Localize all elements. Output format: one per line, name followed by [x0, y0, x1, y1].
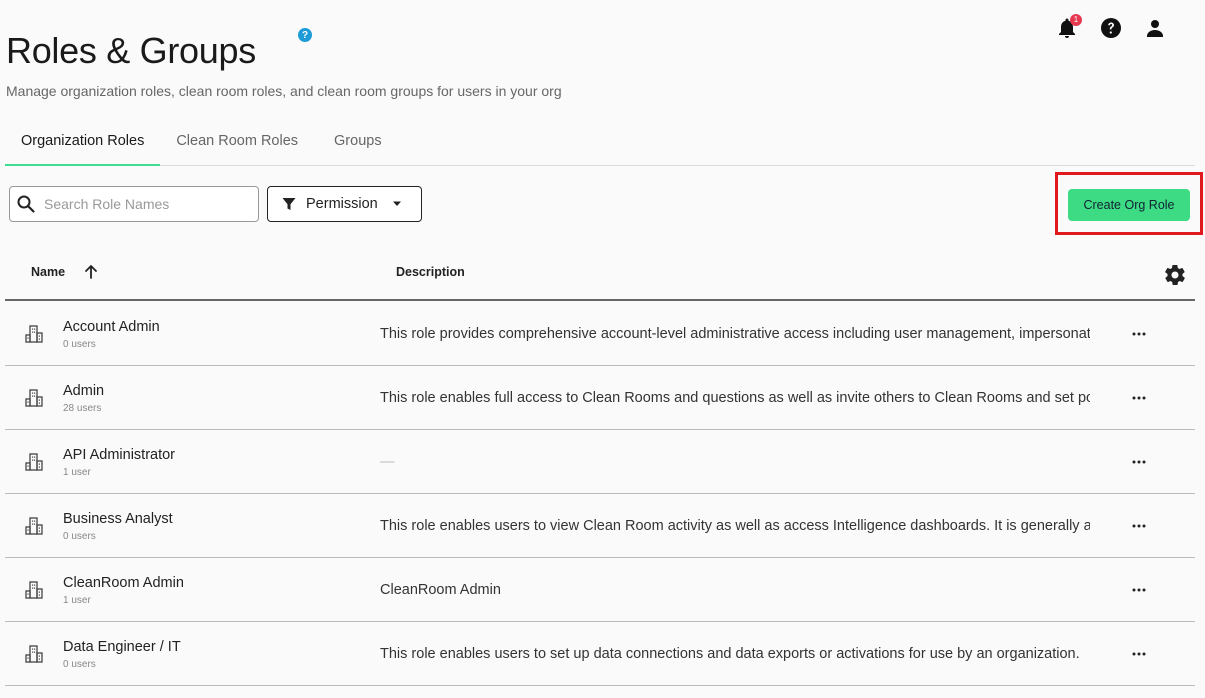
tab-clean-room-roles[interactable]: Clean Room Roles [160, 120, 318, 166]
permission-filter-button[interactable]: Permission [267, 186, 422, 222]
building-icon [25, 581, 43, 599]
role-description: This role enables users to view Clean Ro… [380, 518, 1090, 534]
tab-organization-roles[interactable]: Organization Roles [5, 120, 161, 166]
help-icon[interactable] [1099, 16, 1123, 40]
column-header-name[interactable]: Name [31, 265, 65, 279]
role-description: This role provides comprehensive account… [380, 326, 1090, 342]
more-icon[interactable] [1129, 388, 1149, 408]
table-row[interactable]: API Administrator 1 user — [5, 430, 1195, 494]
role-user-count: 28 users [63, 403, 102, 414]
role-description: — [380, 454, 395, 470]
tab-groups[interactable]: Groups [318, 120, 398, 166]
table-row[interactable]: Data Engineer / IT 0 users This role ena… [5, 622, 1195, 686]
role-name[interactable]: CleanRoom Admin [63, 575, 184, 591]
caret-down-icon [392, 201, 401, 206]
building-icon [25, 517, 43, 535]
page-subtitle: Manage organization roles, clean room ro… [6, 83, 562, 99]
role-name[interactable]: Business Analyst [63, 511, 173, 527]
building-icon [25, 389, 43, 407]
more-icon[interactable] [1129, 516, 1149, 536]
role-description: This role enables full access to Clean R… [380, 390, 1090, 406]
more-icon[interactable] [1129, 644, 1149, 664]
create-org-role-button[interactable]: Create Org Role [1068, 189, 1190, 221]
role-user-count: 0 users [63, 659, 96, 670]
more-icon[interactable] [1129, 452, 1149, 472]
roles-table-body: Account Admin 0 users This role provides… [5, 302, 1195, 686]
role-description: This role enables users to set up data c… [380, 646, 1080, 662]
more-icon[interactable] [1129, 580, 1149, 600]
search-icon [17, 195, 35, 213]
table-row[interactable]: Account Admin 0 users This role provides… [5, 302, 1195, 366]
more-icon[interactable] [1129, 324, 1149, 344]
role-user-count: 0 users [63, 339, 96, 350]
permission-filter-label: Permission [306, 196, 378, 212]
search-box [9, 186, 259, 222]
column-header-description: Description [396, 265, 465, 279]
table-header: Name Description [5, 250, 1195, 301]
role-name[interactable]: Account Admin [63, 319, 160, 335]
building-icon [25, 453, 43, 471]
gear-icon[interactable] [1163, 263, 1187, 287]
role-description: CleanRoom Admin [380, 582, 501, 598]
table-row[interactable]: Admin 28 users This role enables full ac… [5, 366, 1195, 430]
tab-bar: Organization Roles Clean Room Roles Grou… [5, 120, 1195, 166]
bell-icon[interactable]: 1 [1055, 14, 1082, 40]
page-title: Roles & Groups [6, 30, 256, 71]
table-row[interactable]: CleanRoom Admin 1 user CleanRoom Admin [5, 558, 1195, 622]
notification-badge: 1 [1070, 14, 1082, 26]
search-input[interactable] [44, 196, 244, 212]
role-name[interactable]: Admin [63, 383, 104, 399]
topbar-icons: 1 [1055, 14, 1167, 40]
role-user-count: 1 user [63, 467, 91, 478]
role-user-count: 1 user [63, 595, 91, 606]
user-icon[interactable] [1143, 16, 1167, 40]
building-icon [25, 325, 43, 343]
sort-up-icon[interactable] [83, 264, 99, 280]
role-user-count: 0 users [63, 531, 96, 542]
role-name[interactable]: Data Engineer / IT [63, 639, 181, 655]
table-row[interactable]: Business Analyst 0 users This role enabl… [5, 494, 1195, 558]
title-help-icon[interactable]: ? [298, 28, 312, 42]
role-name[interactable]: API Administrator [63, 447, 175, 463]
filter-icon [282, 198, 296, 210]
building-icon [25, 645, 43, 663]
